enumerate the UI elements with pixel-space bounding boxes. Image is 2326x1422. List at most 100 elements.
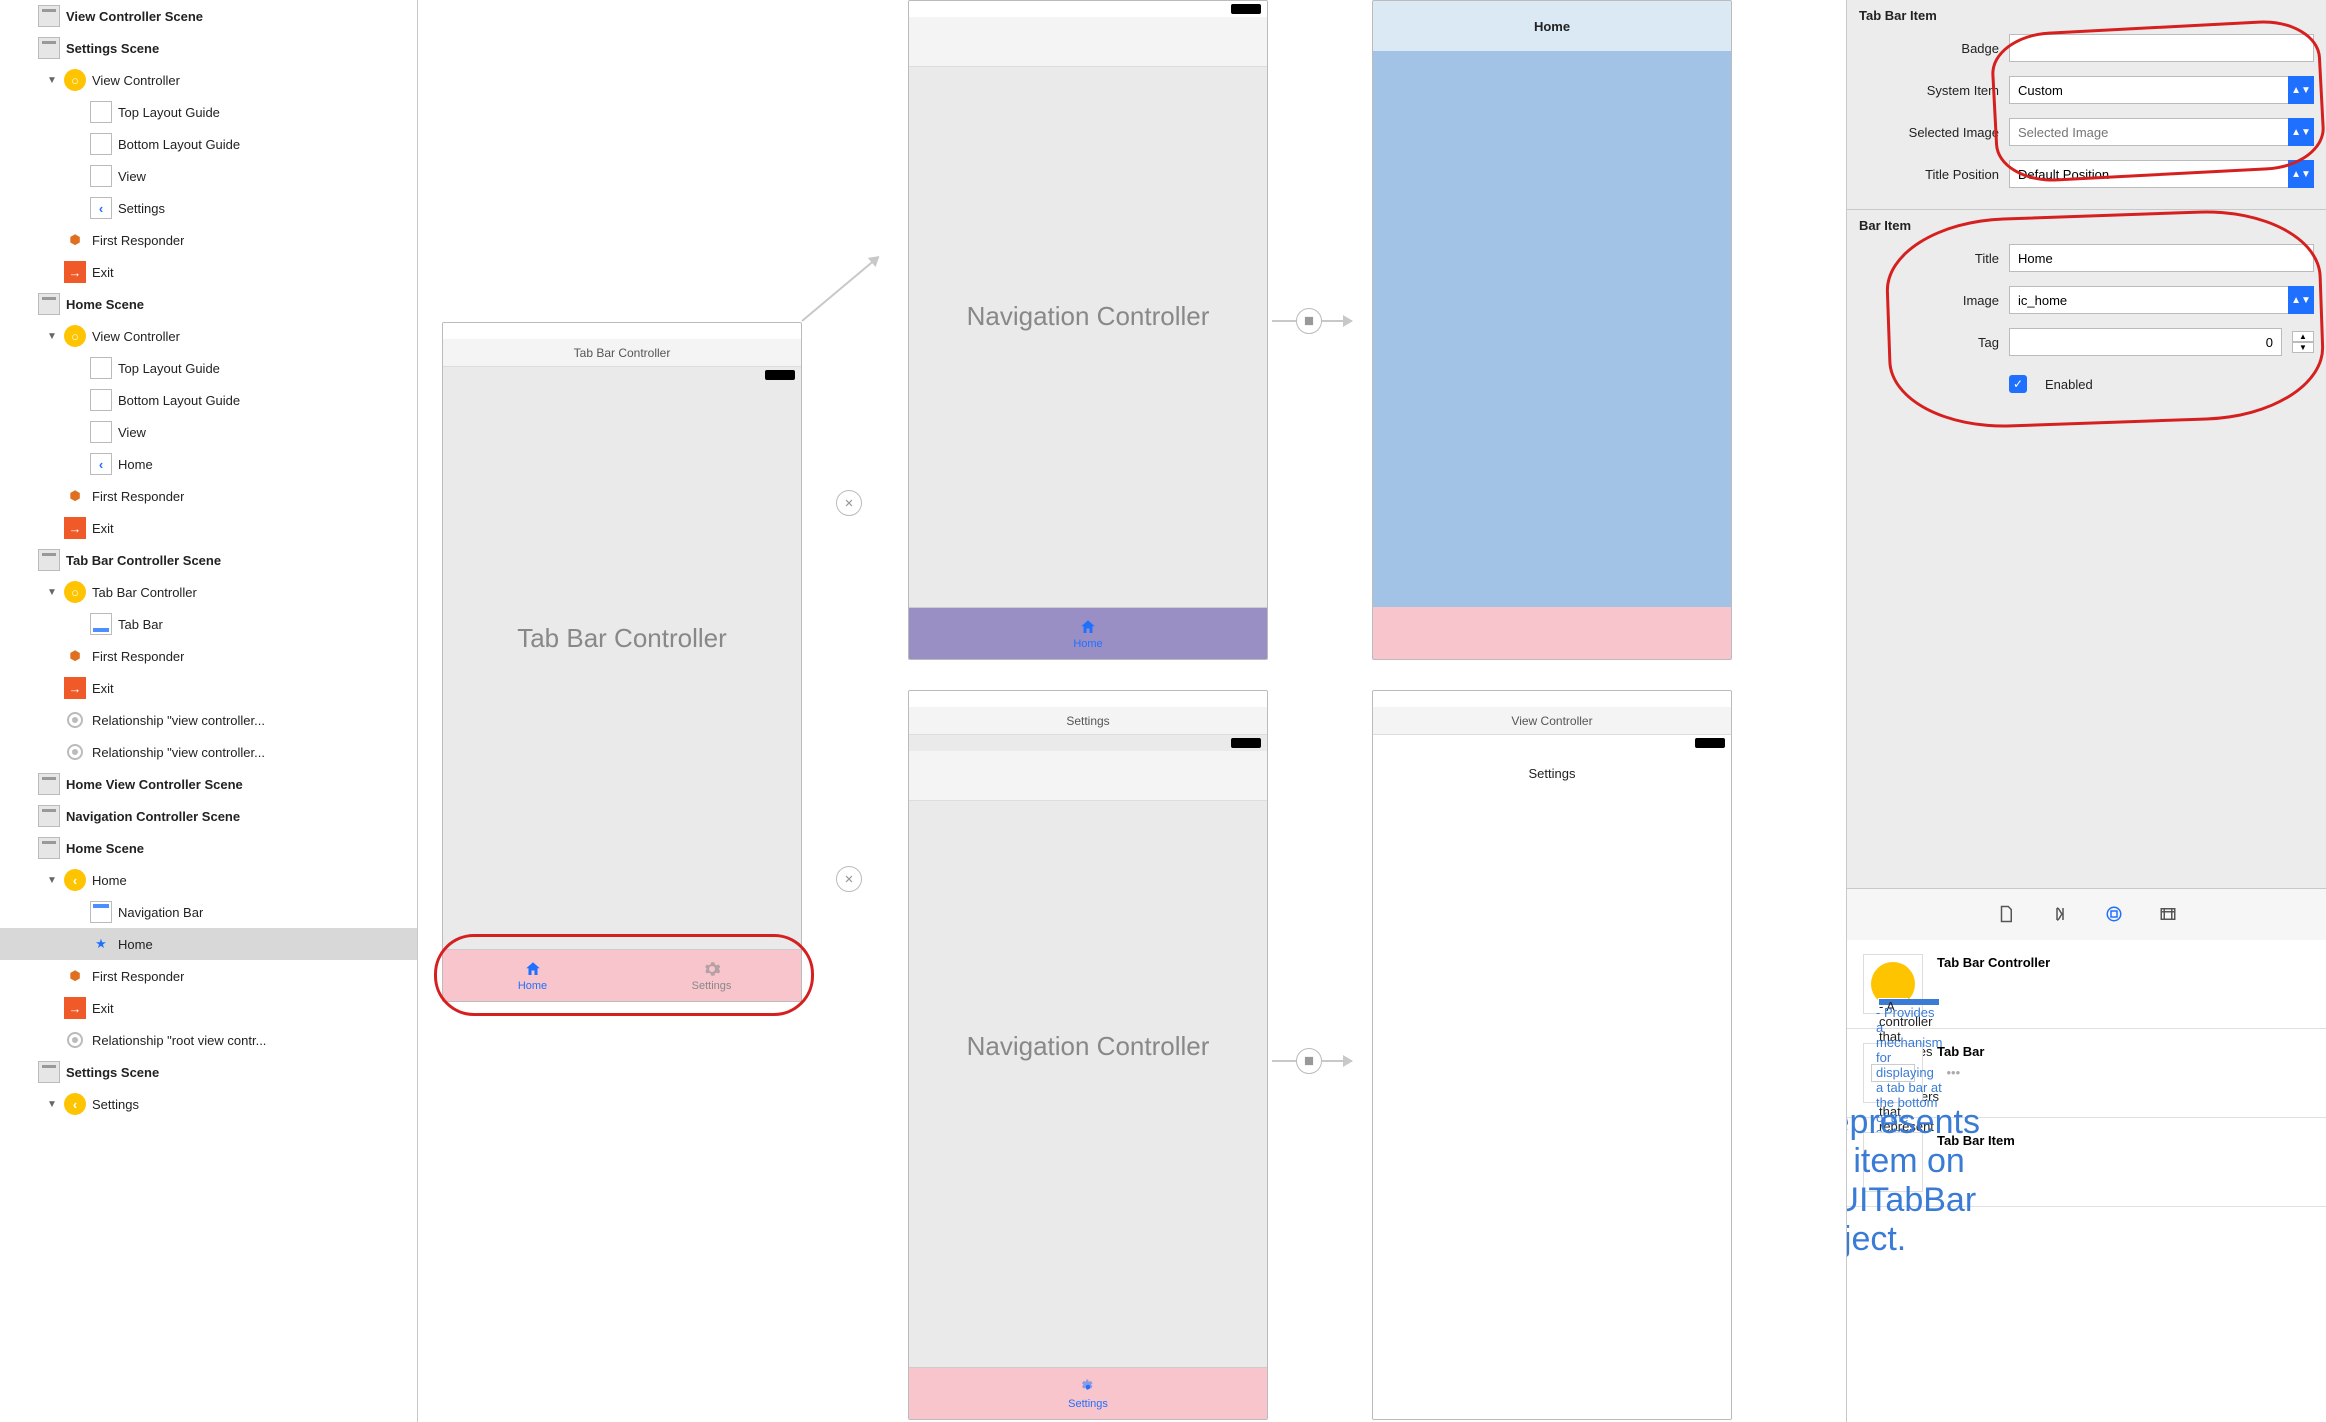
home-icon xyxy=(1079,618,1097,636)
scene-home-vc[interactable]: Home xyxy=(1372,0,1732,660)
outline-row[interactable]: ★Home xyxy=(0,928,417,960)
outline-row[interactable]: ▼‹Home xyxy=(0,864,417,896)
outline-label: Bottom Layout Guide xyxy=(118,393,240,408)
system-item-select[interactable] xyxy=(2009,76,2288,104)
outline-row[interactable]: Navigation Bar xyxy=(0,896,417,928)
outline-row[interactable]: ⬢First Responder xyxy=(0,960,417,992)
outline-label: Exit xyxy=(92,681,114,696)
outline-label: Settings Scene xyxy=(66,41,159,56)
object-library[interactable]: - A controller that manages a set of vie… xyxy=(1847,940,2326,1422)
segue-connector-icon xyxy=(836,490,862,516)
outline-row[interactable]: ‹Settings xyxy=(0,192,417,224)
status-bar xyxy=(909,691,1267,707)
dropdown-icon[interactable]: ▲▼ xyxy=(2288,286,2314,314)
disclosure-icon[interactable]: ▼ xyxy=(46,587,58,598)
outline-label: View Controller xyxy=(92,329,180,344)
outline-row[interactable]: Top Layout Guide xyxy=(0,96,417,128)
outline-row[interactable]: ‹Home xyxy=(0,448,417,480)
tab-bar[interactable]: Settings xyxy=(909,1367,1267,1419)
outline-row[interactable]: Top Layout Guide xyxy=(0,352,417,384)
nav-bar: Settings xyxy=(1373,751,1731,795)
scene-navigation-controller-bottom[interactable]: Settings Navigation Controller Settings xyxy=(908,690,1268,1420)
library-item-text: Tab Bar Controller xyxy=(1937,954,2310,1014)
outline-row[interactable]: ▼○View Controller xyxy=(0,320,417,352)
segue-connector-icon xyxy=(1296,1048,1322,1074)
outline-label: Top Layout Guide xyxy=(118,361,220,376)
tab-home[interactable]: Home xyxy=(443,950,622,1001)
outline-label: Navigation Controller Scene xyxy=(66,809,240,824)
library-tab-file-icon[interactable] xyxy=(1993,901,2019,927)
dropdown-icon[interactable]: ▲▼ xyxy=(2288,76,2314,104)
outline-row[interactable]: Relationship "view controller... xyxy=(0,736,417,768)
library-tabs[interactable] xyxy=(1847,888,2326,940)
home-icon xyxy=(524,960,542,978)
library-item[interactable]: - Represents an item on a UITabBar objec… xyxy=(1847,1118,2326,1207)
outline-row[interactable]: →Exit xyxy=(0,672,417,704)
badge-input[interactable] xyxy=(2009,34,2314,62)
scene-tab-bar-controller[interactable]: Tab Bar Controller Tab Bar Controller Ho… xyxy=(442,322,802,1002)
library-tab-code-icon[interactable] xyxy=(2047,901,2073,927)
dropdown-icon[interactable]: ▲▼ xyxy=(2288,118,2314,146)
nav-title: Home xyxy=(1534,19,1570,34)
outline-row[interactable]: Relationship "view controller... xyxy=(0,704,417,736)
title-position-select[interactable] xyxy=(2009,160,2288,188)
outline-row[interactable]: →Exit xyxy=(0,992,417,1024)
library-item-text: Tab Bar xyxy=(1937,1043,2310,1103)
outline-row[interactable]: Home View Controller Scene xyxy=(0,768,417,800)
disclosure-icon[interactable]: ▼ xyxy=(46,75,58,86)
document-outline[interactable]: View Controller Scene Settings Scene ▼○Vie… xyxy=(0,0,418,1422)
library-tab-media-icon[interactable] xyxy=(2155,901,2181,927)
outline-row[interactable]: Settings Scene xyxy=(0,32,417,64)
outline-row[interactable]: View xyxy=(0,416,417,448)
outline-row[interactable]: View Controller Scene xyxy=(0,0,417,32)
scene-center-label: Navigation Controller xyxy=(909,1031,1267,1062)
image-select[interactable] xyxy=(2009,286,2288,314)
field-label: System Item xyxy=(1859,83,1999,98)
segue-arrow-icon xyxy=(801,256,879,322)
tab-settings[interactable]: Settings xyxy=(909,1368,1267,1419)
outline-row[interactable]: Tab Bar xyxy=(0,608,417,640)
outline-row[interactable]: Tab Bar Controller Scene xyxy=(0,544,417,576)
tag-stepper[interactable]: ▲▼ xyxy=(2292,331,2314,353)
disclosure-icon[interactable]: ▼ xyxy=(46,331,58,342)
enabled-checkbox[interactable]: ✓ xyxy=(2009,375,2027,393)
selected-image-select[interactable] xyxy=(2009,118,2288,146)
outline-row[interactable]: ▼○View Controller xyxy=(0,64,417,96)
outline-row[interactable]: ⬢First Responder xyxy=(0,640,417,672)
outline-row[interactable]: →Exit xyxy=(0,512,417,544)
tab-settings[interactable]: Settings xyxy=(622,950,801,1001)
storyboard-canvas[interactable]: Tab Bar Controller Tab Bar Controller Ho… xyxy=(418,0,1846,1422)
tag-input[interactable] xyxy=(2009,328,2282,356)
dropdown-icon[interactable]: ▲▼ xyxy=(2288,160,2314,188)
tab-bar[interactable]: Home xyxy=(909,607,1267,659)
attributes-inspector[interactable]: Tab Bar Item Badge System Item ▲▼ Select… xyxy=(1846,0,2326,1422)
scene-navigation-controller-top[interactable]: Navigation Controller Home xyxy=(908,0,1268,660)
tab-bar[interactable]: Home Settings xyxy=(443,949,801,1001)
outline-row[interactable]: →Exit xyxy=(0,256,417,288)
library-item-icon: - Represents an item on a UITabBar objec… xyxy=(1863,1132,1923,1192)
title-input[interactable] xyxy=(2009,244,2314,272)
outline-row[interactable]: Relationship "root view contr... xyxy=(0,1024,417,1056)
outline-row[interactable]: Home Scene xyxy=(0,832,417,864)
tab-home[interactable]: Home xyxy=(909,608,1267,659)
library-item-text: Tab Bar Item xyxy=(1937,1132,2310,1192)
outline-row[interactable]: Bottom Layout Guide xyxy=(0,384,417,416)
outline-row[interactable]: Home Scene xyxy=(0,288,417,320)
outline-label: View Controller xyxy=(92,73,180,88)
disclosure-icon[interactable]: ▼ xyxy=(46,875,58,886)
outline-label: Settings Scene xyxy=(66,1065,159,1080)
outline-row[interactable]: ▼‹Settings xyxy=(0,1088,417,1120)
outline-row[interactable]: ⬢First Responder xyxy=(0,480,417,512)
outline-row[interactable]: View xyxy=(0,160,417,192)
outline-row[interactable]: Settings Scene xyxy=(0,1056,417,1088)
outline-row[interactable]: Navigation Controller Scene xyxy=(0,800,417,832)
outline-row[interactable]: ▼○Tab Bar Controller xyxy=(0,576,417,608)
outline-label: Settings xyxy=(118,201,165,216)
outline-label: Relationship "root view contr... xyxy=(92,1033,266,1048)
outline-row[interactable]: ⬢First Responder xyxy=(0,224,417,256)
tab-bar-placeholder xyxy=(1373,607,1731,659)
disclosure-icon[interactable]: ▼ xyxy=(46,1099,58,1110)
outline-row[interactable]: Bottom Layout Guide xyxy=(0,128,417,160)
library-tab-objects-icon[interactable] xyxy=(2101,901,2127,927)
scene-settings-vc[interactable]: View Controller Settings xyxy=(1372,690,1732,1420)
